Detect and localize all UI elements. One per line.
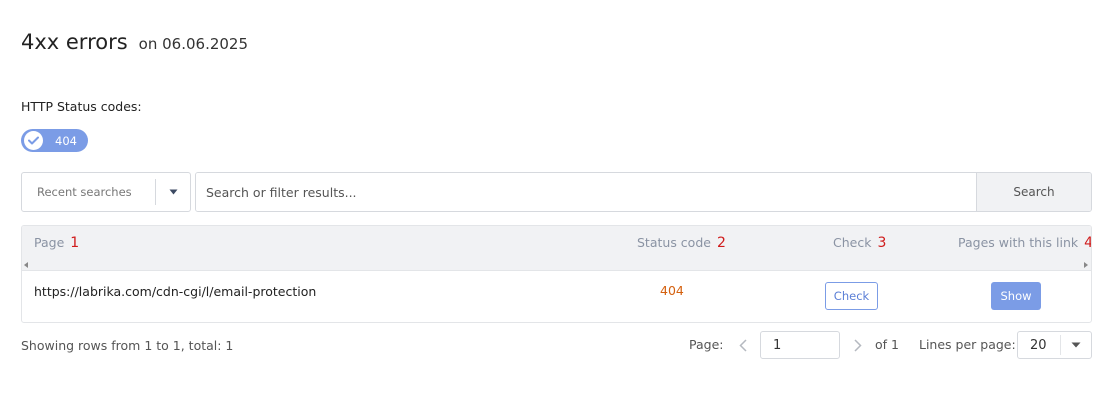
chevron-right-icon[interactable] <box>851 338 865 352</box>
page-label: Page: <box>689 337 724 352</box>
chip-label: 404 <box>55 133 77 148</box>
divider <box>22 270 1091 271</box>
table-header: Page 1 Status code 2 Check 3 Pages with thi… <box>22 226 1091 260</box>
errors-table: Page 1 Status code 2 Check 3 Pages with thi… <box>21 225 1092 323</box>
page-header: 4xx errors on 06.06.2025 <box>21 30 248 54</box>
lines-per-page-label: Lines per page: <box>919 337 1016 352</box>
column-marker: 4 <box>1084 235 1091 251</box>
scroll-left-icon[interactable] <box>24 262 28 268</box>
column-label: Page <box>34 235 65 250</box>
search-button[interactable]: Search <box>976 173 1091 211</box>
page-total: of 1 <box>875 337 899 352</box>
page-url-cell: https://labrika.com/cdn-cgi/l/email-prot… <box>34 284 317 299</box>
lines-per-page-value: 20 <box>1030 337 1047 353</box>
column-label: Status code <box>637 235 711 250</box>
page-title: 4xx errors <box>21 30 128 54</box>
column-header-check[interactable]: Check 3 <box>833 235 886 251</box>
column-header-page[interactable]: Page 1 <box>34 235 79 251</box>
check-button[interactable]: Check <box>825 282 878 310</box>
caret-down-icon <box>156 189 190 195</box>
show-button[interactable]: Show <box>991 282 1041 310</box>
status-code-cell: 404 <box>660 283 684 298</box>
chevron-left-icon[interactable] <box>736 338 750 352</box>
checkmark-icon <box>24 131 43 150</box>
search-bar: Search <box>195 172 1092 212</box>
column-header-status-code[interactable]: Status code 2 <box>637 235 726 251</box>
recent-searches-label: Recent searches <box>37 185 132 199</box>
scroll-right-icon[interactable] <box>1084 262 1088 268</box>
column-label: Check <box>833 235 872 250</box>
report-date: on 06.06.2025 <box>138 35 249 53</box>
column-header-pages-with-link[interactable]: Pages with this link 4 <box>958 235 1091 251</box>
lines-per-page-select[interactable]: 20 <box>1017 331 1092 359</box>
recent-searches-dropdown[interactable]: Recent searches <box>21 172 191 212</box>
horizontal-scrollbar[interactable] <box>22 260 1091 270</box>
rows-summary: Showing rows from 1 to 1, total: 1 <box>21 338 234 353</box>
column-label: Pages with this link <box>958 235 1079 250</box>
status-codes-label: HTTP Status codes: <box>21 99 142 114</box>
column-marker: 1 <box>70 235 80 251</box>
status-code-chip-404[interactable]: 404 <box>21 129 88 152</box>
page-number-input[interactable] <box>760 331 840 359</box>
search-input[interactable] <box>196 173 976 211</box>
column-marker: 3 <box>877 235 887 251</box>
caret-down-icon <box>1061 342 1091 348</box>
column-marker: 2 <box>716 235 726 251</box>
